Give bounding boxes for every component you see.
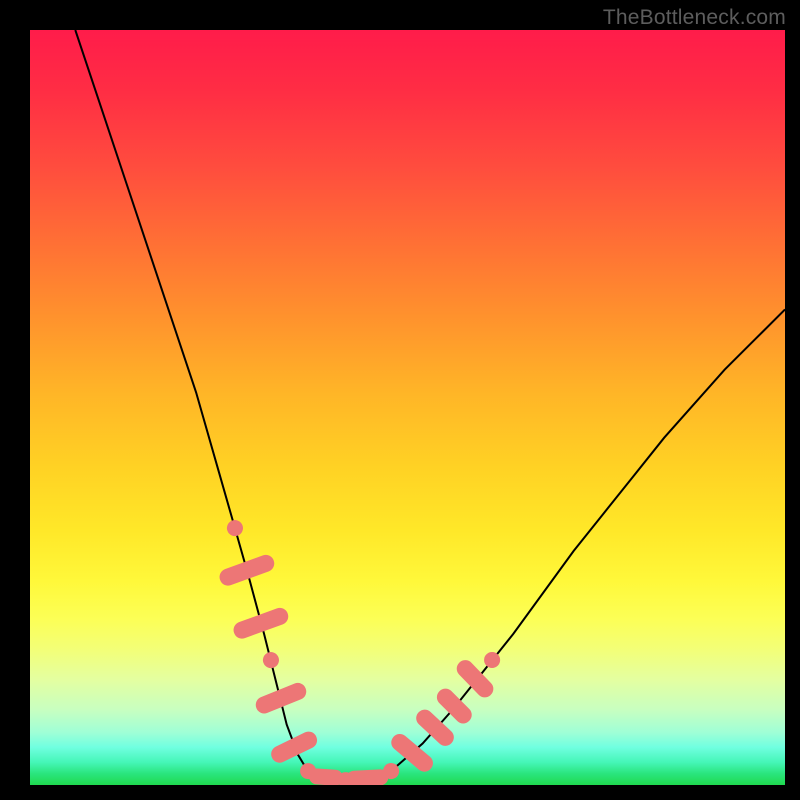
marker-bottom-bar-2	[346, 769, 388, 785]
plot-area	[30, 30, 785, 785]
watermark-text: TheBottleneck.com	[603, 6, 786, 30]
chart-frame: TheBottleneck.com	[0, 0, 800, 800]
bottleneck-curve	[30, 30, 785, 785]
